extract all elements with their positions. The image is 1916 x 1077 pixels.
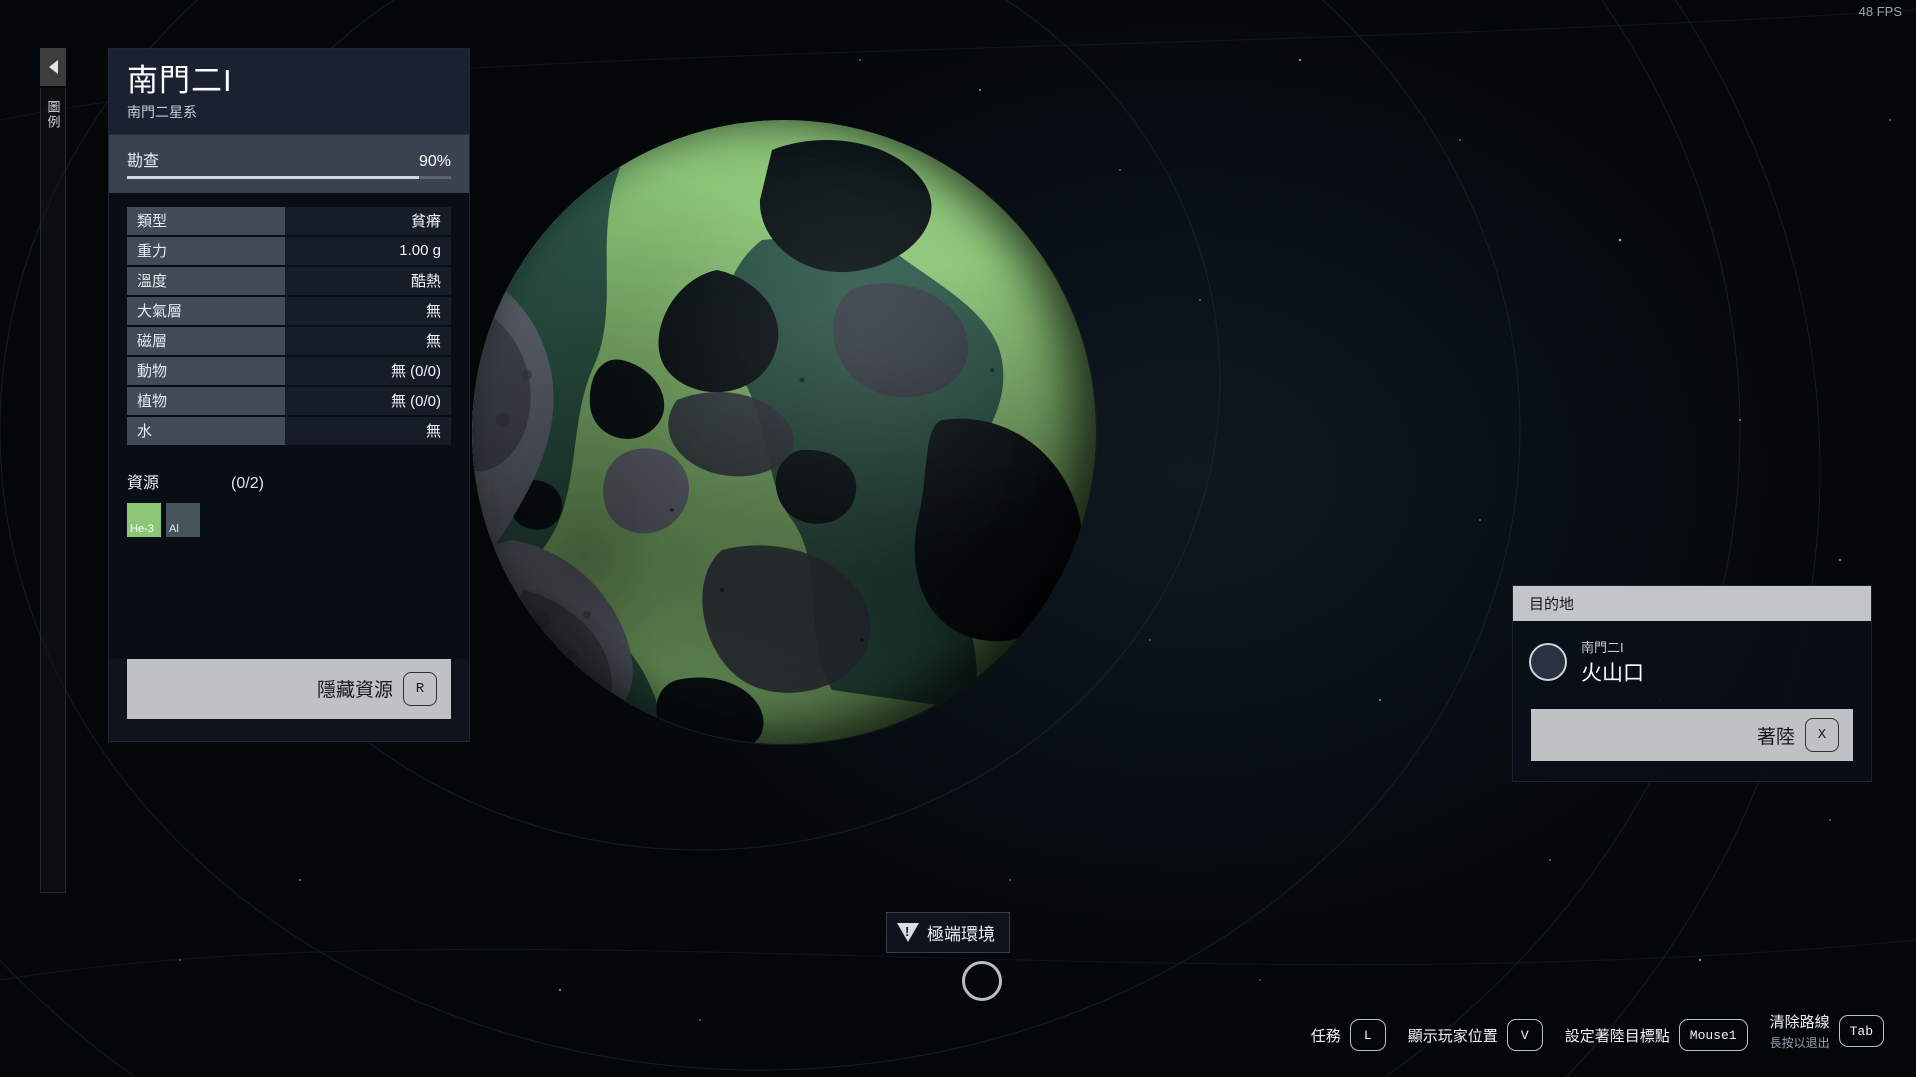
stat-value: 無 (0/0) bbox=[285, 356, 451, 385]
hotkey-label: 清除路線 bbox=[1769, 1014, 1830, 1031]
stat-key: 類型 bbox=[127, 206, 285, 235]
table-row: 類型 貧瘠 bbox=[127, 206, 451, 235]
stat-key: 大氣層 bbox=[127, 296, 285, 325]
stat-key: 動物 bbox=[127, 356, 285, 385]
hotkey-label: 設定著陸目標點 bbox=[1564, 1027, 1670, 1045]
stat-value: 無 (0/0) bbox=[285, 386, 451, 415]
hotkey-item[interactable]: 顯示玩家位置 V bbox=[1408, 1019, 1543, 1051]
stat-value: 無 bbox=[285, 416, 451, 445]
chevron-left-icon bbox=[48, 60, 58, 74]
hotkey-keycap: Tab bbox=[1838, 1015, 1884, 1047]
stat-key: 溫度 bbox=[127, 266, 285, 295]
planet-surface bbox=[472, 120, 1096, 744]
hide-resources-keycap: R bbox=[403, 671, 437, 706]
table-row: 磁層無 bbox=[127, 326, 451, 355]
legend-strip-label: 圖例 bbox=[45, 100, 61, 130]
status-badge: 極端環境 bbox=[886, 912, 1010, 953]
table-row: 水無 bbox=[127, 416, 451, 445]
table-row: 溫度 酷熱 bbox=[127, 266, 451, 295]
survey-progress-fill bbox=[127, 175, 419, 179]
resources-count: (0/2) bbox=[231, 474, 264, 492]
hotkey-label: 任務 bbox=[1310, 1027, 1341, 1045]
fps-counter: 48 FPS bbox=[1858, 4, 1902, 19]
planet-render bbox=[472, 120, 1097, 745]
planet-info-panel: 南門二I 南門二星系 勘查 90% 類型 貧瘠 重力 1.00 g 溫度 酷熱 大氣層無磁層… bbox=[108, 48, 470, 742]
hotkey-sublabel: 長按以退出 bbox=[1769, 1036, 1830, 1050]
resources-section: 資源 (0/2) He-3 Al bbox=[109, 452, 469, 563]
hotkey-keycap: L bbox=[1349, 1019, 1386, 1051]
hotkey-text: 清除路線 長按以退出 bbox=[1770, 1011, 1830, 1051]
destination-row[interactable]: 南門二I 火山口 bbox=[1513, 621, 1871, 709]
destination-name: 火山口 bbox=[1581, 662, 1644, 685]
table-row: 動物無 (0/0) bbox=[127, 356, 451, 385]
warning-triangle-icon bbox=[897, 923, 919, 942]
hotkey-keycap: Mouse1 bbox=[1678, 1019, 1748, 1051]
table-row: 植物無 (0/0) bbox=[127, 386, 451, 415]
hotkey-item[interactable]: 清除路線 長按以退出 Tab bbox=[1770, 1011, 1884, 1051]
hotkey-item[interactable]: 任務 L bbox=[1311, 1019, 1386, 1051]
land-button-keycap: X bbox=[1805, 718, 1839, 752]
hotkey-text: 任務 bbox=[1311, 1025, 1341, 1046]
destination-header: 目的地 bbox=[1513, 586, 1871, 621]
resource-tile[interactable]: Al bbox=[166, 502, 200, 537]
table-row: 重力 1.00 g bbox=[127, 236, 451, 265]
destination-system: 南門二I bbox=[1581, 640, 1624, 655]
legend-strip[interactable]: 圖例 bbox=[40, 88, 66, 893]
resource-tile-list: He-3 Al bbox=[127, 502, 451, 537]
hotkey-label: 顯示玩家位置 bbox=[1407, 1027, 1498, 1045]
resource-tile[interactable]: He-3 bbox=[127, 502, 161, 537]
hide-resources-button[interactable]: 隱藏資源 R bbox=[127, 658, 451, 719]
planet-system-subtitle: 南門二星系 bbox=[127, 103, 197, 120]
hotkey-bar: 任務 L 顯示玩家位置 V 設定著陸目標點 Mouse1 清除路線 長按以退出 Tab bbox=[0, 1011, 1916, 1051]
stat-value: 無 bbox=[285, 296, 451, 325]
stat-key: 植物 bbox=[127, 386, 285, 415]
hide-resources-label: 隱藏資源 bbox=[316, 680, 393, 702]
resources-title: 資源 bbox=[127, 474, 160, 492]
panel-collapse-button[interactable] bbox=[40, 48, 66, 86]
stat-key: 重力 bbox=[127, 236, 285, 265]
stat-key: 水 bbox=[127, 416, 285, 445]
stat-value: 貧瘠 bbox=[285, 206, 451, 235]
hotkey-keycap: V bbox=[1506, 1019, 1543, 1051]
crosshair-circle-icon bbox=[962, 961, 1002, 1001]
stat-key: 磁層 bbox=[127, 326, 285, 355]
stat-value: 1.00 g bbox=[285, 236, 451, 265]
planet-info-header: 南門二I 南門二星系 bbox=[109, 49, 469, 135]
warning-label: 極端環境 bbox=[927, 925, 995, 944]
survey-percent-value: 90% bbox=[418, 152, 451, 170]
survey-progress-row: 勘查 90% bbox=[109, 134, 469, 193]
table-row: 大氣層無 bbox=[127, 296, 451, 325]
page-title: 南門二I bbox=[127, 63, 233, 98]
hotkey-text: 設定著陸目標點 bbox=[1565, 1025, 1670, 1046]
left-collapsed-tab[interactable]: 圖例 bbox=[40, 48, 66, 893]
stat-value: 酷熱 bbox=[285, 266, 451, 295]
land-button-label: 著陸 bbox=[1756, 726, 1795, 748]
survey-progress-bar bbox=[127, 175, 451, 179]
panel-filler bbox=[109, 562, 469, 659]
survey-label: 勘查 bbox=[127, 152, 160, 170]
hotkey-item[interactable]: 設定著陸目標點 Mouse1 bbox=[1565, 1019, 1748, 1051]
hotkey-text: 顯示玩家位置 bbox=[1408, 1025, 1498, 1046]
stat-value: 無 bbox=[285, 326, 451, 355]
land-button[interactable]: 著陸 X bbox=[1531, 709, 1853, 761]
destination-panel: 目的地 南門二I 火山口 著陸 X bbox=[1512, 585, 1872, 782]
planet-orb-icon bbox=[1529, 643, 1567, 681]
planet-stats-table: 類型 貧瘠 重力 1.00 g 溫度 酷熱 大氣層無磁層無動物無 (0/0) 植物無 (0/0… bbox=[109, 192, 469, 453]
